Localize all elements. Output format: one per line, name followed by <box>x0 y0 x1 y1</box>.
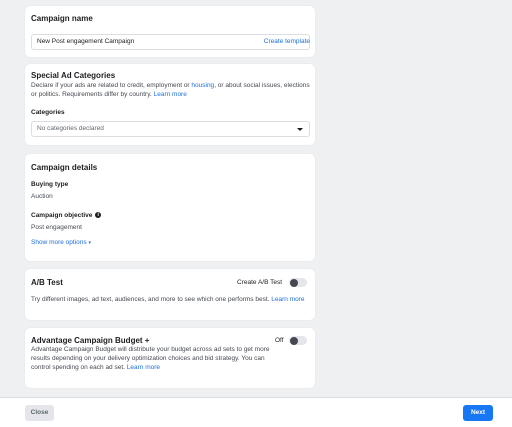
categories-label: Categories <box>31 109 65 116</box>
advantage-budget-toggle-knob <box>290 336 298 345</box>
categories-placeholder: No categories declared <box>37 125 104 132</box>
ab-test-toggle-label: Create A/B Test <box>237 279 283 286</box>
campaign-details-title: Campaign details <box>31 163 98 172</box>
special-ad-desc-part1: Declare if your ads are related to credi… <box>31 82 192 89</box>
campaign-name-value: New Post engagement Campaign <box>37 38 135 45</box>
advantage-budget-toggle[interactable] <box>289 336 307 345</box>
campaign-objective-label-row: Campaign objective i <box>31 212 102 219</box>
special-ad-learn-more-link[interactable]: Learn more <box>154 91 187 98</box>
ab-test-card: A/B Test Create A/B Test Try different i… <box>25 269 315 320</box>
next-button[interactable]: Next <box>463 405 493 421</box>
advantage-budget-description: Advantage Campaign Budget will distribut… <box>31 345 281 372</box>
footer-bar: Close Next <box>0 397 512 427</box>
campaign-details-card: Campaign details Buying type Auction Cam… <box>25 154 315 261</box>
special-ad-description: Declare if your ads are related to credi… <box>31 81 311 99</box>
campaign-objective-label: Campaign objective <box>31 212 93 219</box>
ab-test-learn-more-link[interactable]: Learn more <box>271 296 304 303</box>
buying-type-label: Buying type <box>31 181 69 188</box>
advantage-budget-learn-more-link[interactable]: Learn more <box>127 364 160 371</box>
special-ad-title: Special Ad Categories <box>31 71 116 80</box>
create-template-link[interactable]: Create template <box>264 38 310 45</box>
housing-link[interactable]: housing <box>191 82 214 89</box>
ab-test-desc-text: Try different images, ad text, audiences… <box>31 296 272 303</box>
advantage-budget-card: Advantage Campaign Budget + Off Advantag… <box>25 328 315 388</box>
ab-test-title: A/B Test <box>31 278 63 287</box>
special-ad-categories-card: Special Ad Categories Declare if your ad… <box>25 64 315 145</box>
campaign-objective-value: Post engagement <box>31 224 82 231</box>
ab-test-toggle[interactable] <box>289 278 307 287</box>
show-more-options-link[interactable]: Show more options ▾ <box>31 239 91 246</box>
show-more-options-label: Show more options <box>31 239 87 246</box>
info-icon[interactable]: i <box>95 212 102 219</box>
campaign-name-card: Campaign name New Post engagement Campai… <box>25 6 315 57</box>
chevron-down-icon: ▾ <box>88 240 91 246</box>
categories-dropdown[interactable]: No categories declared <box>31 121 310 137</box>
campaign-name-title: Campaign name <box>31 14 93 23</box>
advantage-budget-title: Advantage Campaign Budget + <box>31 336 150 345</box>
advantage-budget-toggle-label: Off <box>275 337 284 344</box>
close-button[interactable]: Close <box>25 405 54 421</box>
campaign-name-input[interactable]: New Post engagement Campaign Create temp… <box>31 34 310 50</box>
ab-test-description: Try different images, ad text, audiences… <box>31 295 308 304</box>
ab-test-toggle-knob <box>290 278 298 287</box>
caret-down-icon <box>297 128 303 131</box>
buying-type-value: Auction <box>31 193 53 200</box>
